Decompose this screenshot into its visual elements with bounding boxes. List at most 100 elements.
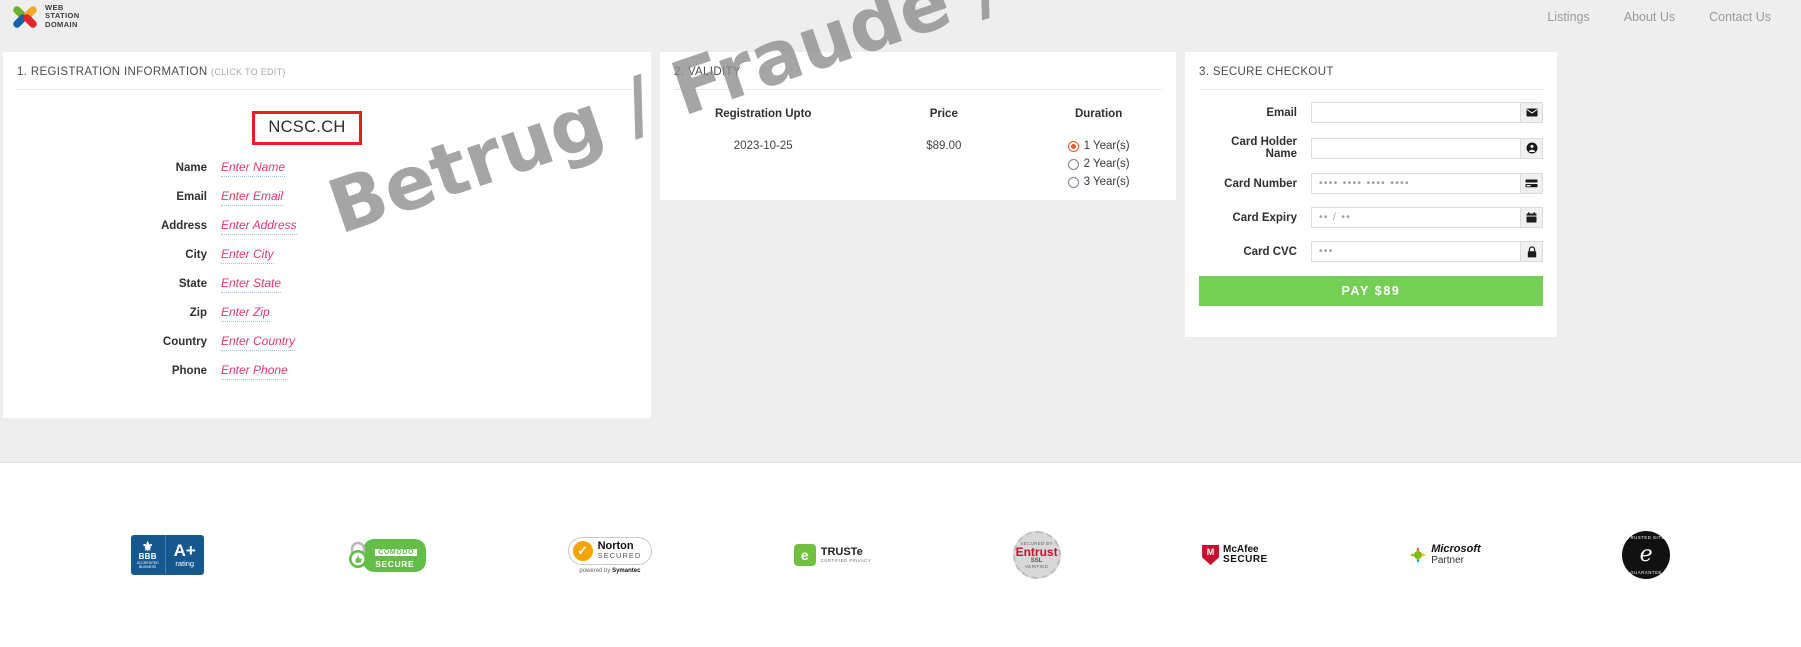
nav-link-contact-us[interactable]: Contact Us bbox=[1709, 10, 1771, 24]
duration-option-3-year[interactable]: 3 Year(s) bbox=[1067, 176, 1130, 188]
label-country: Country bbox=[162, 336, 207, 348]
form-row-address: Address Enter Address bbox=[3, 218, 651, 235]
label-card-cvc: Card CVC bbox=[1243, 245, 1297, 258]
form-row-country: Country Enter Country bbox=[3, 334, 651, 351]
form-row-email: Email Enter Email bbox=[3, 189, 651, 206]
label-state: State bbox=[178, 278, 207, 290]
registration-title-hint: (CLICK TO EDIT) bbox=[211, 67, 286, 77]
input-zip[interactable]: Enter Zip bbox=[221, 305, 270, 322]
label-card-number: Card Number bbox=[1224, 177, 1297, 190]
value-price: $89.00 bbox=[926, 140, 962, 152]
seal-bottom-label: GUARANTEE bbox=[1630, 570, 1662, 575]
padlock-icon bbox=[345, 540, 371, 570]
brand-line-3: DOMAIN bbox=[45, 19, 78, 29]
input-card-number[interactable]: •••• •••• •••• •••• bbox=[1311, 173, 1520, 194]
bbb-torch-icon: ⚜ bbox=[141, 539, 154, 554]
nav-link-about-us[interactable]: About Us bbox=[1624, 10, 1675, 24]
credit-card-icon bbox=[1520, 173, 1543, 194]
label-card-holder-name: Card Holder Name bbox=[1231, 136, 1297, 160]
input-country[interactable]: Enter Country bbox=[221, 334, 296, 351]
brand-logo[interactable]: WEB STATION DOMAIN bbox=[12, 3, 80, 30]
trusted-site-guarantee-seal: TRUSTED SITE e GUARANTEE bbox=[1622, 531, 1671, 579]
registration-title-text: 1. REGISTRATION INFORMATION bbox=[17, 66, 208, 78]
seal-letter: e bbox=[1639, 542, 1653, 567]
validity-panel-title: 2. VALIDITY bbox=[674, 66, 741, 78]
duration-label-3-year: 3 Year(s) bbox=[1083, 176, 1130, 188]
mcafee-secure-label: SECURE bbox=[1223, 554, 1268, 565]
label-email: Email bbox=[176, 191, 207, 203]
norton-secured-badge: ✓ Norton SECURED powered by Symantec bbox=[567, 531, 653, 579]
norton-powered-by: powered by Symantec bbox=[579, 567, 641, 574]
label-address: Address bbox=[160, 220, 207, 232]
microsoft-logo-icon bbox=[1409, 546, 1427, 564]
validity-table: Registration Upto Price Duration 2023-10… bbox=[660, 100, 1176, 200]
input-card-cvc[interactable]: ••• bbox=[1311, 241, 1520, 262]
comodo-bottom-label: SECURE bbox=[375, 558, 415, 569]
bbb-rating-label: rating bbox=[175, 558, 195, 568]
duration-options: 1 Year(s) 2 Year(s) 3 Year(s) bbox=[1021, 126, 1176, 200]
radio-1-year[interactable] bbox=[1067, 140, 1079, 152]
mcafee-secure-badge: M McAfee SECURE bbox=[1202, 531, 1268, 579]
main-navigation: Listings About Us Contact Us bbox=[1547, 10, 1783, 24]
norton-secured-label: SECURED bbox=[597, 550, 642, 560]
main-content: 1. REGISTRATION INFORMATION (CLICK TO ED… bbox=[0, 33, 1801, 418]
validity-table-row: 2023-10-25 $89.00 1 Year(s) 2 Year(s) 3 … bbox=[660, 126, 1176, 200]
bbb-accredited-business-badge: ⚜ BBB ACCREDITED BUSINESS A+ rating bbox=[130, 531, 204, 579]
input-card-expiry[interactable]: •• / •• bbox=[1311, 207, 1520, 228]
entrust-ssl-badge: SECURED BY Entrust SSL VERIFIED bbox=[1012, 531, 1061, 579]
radio-2-year[interactable] bbox=[1067, 158, 1079, 170]
checkout-row-card-holder-name: Card Holder Name bbox=[1199, 136, 1543, 160]
validity-divider bbox=[674, 89, 1162, 90]
nav-link-listings[interactable]: Listings bbox=[1547, 10, 1589, 24]
input-address[interactable]: Enter Address bbox=[221, 218, 297, 235]
microsoft-partner-label: Partner bbox=[1431, 555, 1464, 566]
label-checkout-email: Email bbox=[1266, 106, 1297, 119]
column-duration: Duration bbox=[1074, 108, 1123, 120]
input-card-holder-name[interactable] bbox=[1311, 137, 1520, 159]
input-state[interactable]: Enter State bbox=[221, 276, 282, 293]
comodo-top-label: COMODO bbox=[375, 548, 418, 556]
form-row-state: State Enter State bbox=[3, 276, 651, 293]
value-registration-upto: 2023-10-25 bbox=[733, 140, 793, 152]
bbb-grade: A+ bbox=[173, 540, 196, 560]
input-name[interactable]: Enter Name bbox=[221, 160, 286, 177]
site-header: WEB STATION DOMAIN Listings About Us Con… bbox=[0, 0, 1801, 33]
bbb-sub-2: BUSINESS bbox=[139, 565, 157, 569]
label-city: City bbox=[185, 249, 207, 261]
registration-form: Name Enter Name Email Enter Email Addres… bbox=[3, 157, 651, 418]
duration-label-2-year: 2 Year(s) bbox=[1083, 158, 1130, 170]
label-zip: Zip bbox=[189, 307, 207, 319]
input-city[interactable]: Enter City bbox=[221, 247, 274, 264]
radio-3-year[interactable] bbox=[1067, 176, 1079, 188]
column-registration-upto: Registration Upto bbox=[714, 108, 812, 120]
registration-panel-title: 1. REGISTRATION INFORMATION (CLICK TO ED… bbox=[3, 52, 651, 89]
duration-option-2-year[interactable]: 2 Year(s) bbox=[1067, 158, 1130, 170]
truste-certified-privacy-badge: e TRUSTe CERTIFIED PRIVACY bbox=[793, 531, 871, 579]
brand-text: WEB STATION DOMAIN bbox=[45, 3, 80, 29]
checkout-row-email: Email bbox=[1199, 102, 1543, 123]
pay-button[interactable]: PAY $89 bbox=[1199, 276, 1543, 306]
validity-panel: 2. VALIDITY Registration Upto Price Dura… bbox=[660, 52, 1176, 200]
user-icon bbox=[1520, 137, 1543, 159]
norton-checkmark-icon: ✓ bbox=[572, 540, 593, 561]
checkout-row-card-expiry: Card Expiry •• / •• bbox=[1199, 207, 1543, 228]
entrust-bottom-label: VERIFIED bbox=[1024, 564, 1049, 569]
comodo-secure-badge: COMODO SECURE bbox=[345, 531, 427, 579]
bbb-label: BBB bbox=[138, 552, 157, 561]
registration-panel: 1. REGISTRATION INFORMATION (CLICK TO ED… bbox=[3, 52, 651, 418]
input-checkout-email[interactable] bbox=[1311, 102, 1520, 123]
label-card-expiry: Card Expiry bbox=[1232, 211, 1297, 224]
entrust-label: Entrust bbox=[1015, 545, 1058, 559]
mcafee-shield-icon: M bbox=[1202, 545, 1220, 565]
duration-option-1-year[interactable]: 1 Year(s) bbox=[1067, 140, 1130, 152]
domain-name-box[interactable]: NCSC.CH bbox=[252, 111, 362, 145]
checkout-row-card-cvc: Card CVC ••• bbox=[1199, 241, 1543, 262]
norton-label: Norton bbox=[597, 539, 634, 552]
microsoft-partner-badge: Microsoft Partner bbox=[1409, 531, 1481, 579]
input-phone[interactable]: Enter Phone bbox=[221, 363, 288, 380]
input-email[interactable]: Enter Email bbox=[221, 189, 284, 206]
trust-badges-footer: ⚜ BBB ACCREDITED BUSINESS A+ rating COMO… bbox=[0, 462, 1801, 647]
form-row-city: City Enter City bbox=[3, 247, 651, 264]
domain-box-wrapper: NCSC.CH bbox=[3, 90, 651, 157]
web-station-domain-logo-icon bbox=[12, 4, 38, 30]
